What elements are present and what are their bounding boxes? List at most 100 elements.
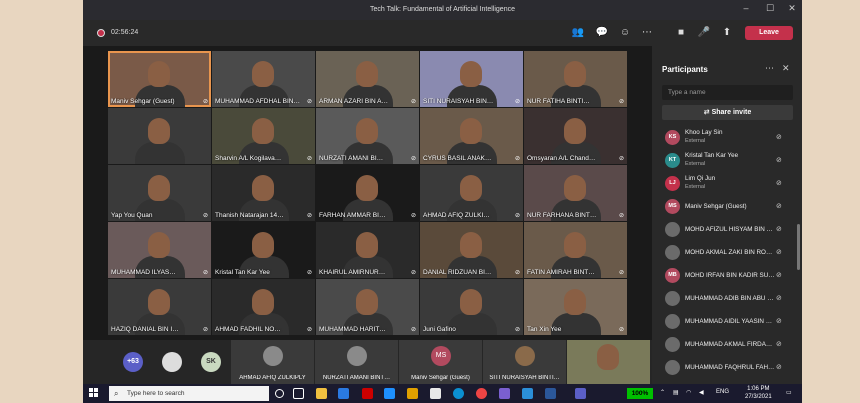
video-tile[interactable]: KHAIRUL AMIRNUR… ⊘ (316, 222, 419, 278)
minimize-icon[interactable]: – (736, 3, 756, 13)
clock[interactable]: 1:06 PM 27/3/2021 (745, 385, 772, 401)
battery-indicator[interactable]: 100% (627, 388, 653, 399)
app-icon[interactable] (522, 388, 533, 399)
maximize-icon[interactable]: ☐ (760, 3, 780, 14)
participant-external-tag: External (685, 138, 706, 144)
participant-row[interactable]: MUHAMMAD ADIB BIN ABU … ⊘ (652, 287, 802, 310)
tray-chevron-icon[interactable]: ⌃ (660, 389, 665, 396)
video-tile[interactable]: NURZATI AMANI BI… ⊘ (316, 108, 419, 164)
bottom-tile[interactable]: NURZATI AMANI BINT… (315, 340, 398, 384)
participant-row[interactable]: LJ Lim Qi Jun External ⊘ (652, 172, 802, 195)
app-icon[interactable] (384, 388, 395, 399)
participant-row[interactable]: MB MOHD IRFAN BIN KADIR SUL… ⊘ (652, 264, 802, 287)
overflow-count-badge[interactable]: +63 (123, 352, 143, 372)
participant-row[interactable]: MOHD AFIZUL HISYAM BIN … ⊘ (652, 218, 802, 241)
mic-muted-icon[interactable]: ⊘ (776, 363, 782, 371)
video-tile[interactable]: Maniv Sehgar (Guest) ⊘ (108, 51, 211, 107)
avatar (665, 245, 680, 260)
participant-row[interactable]: MS Maniv Sehgar (Guest) ⊘ (652, 195, 802, 218)
more-actions-icon[interactable]: ⋯ (639, 26, 655, 40)
video-tile[interactable]: HAZIQ DANIAL BIN I… ⊘ (108, 279, 211, 335)
video-tile[interactable] (108, 108, 211, 164)
video-tile[interactable]: Thanish Natarajan 14… ⊘ (212, 165, 315, 221)
leave-button[interactable]: Leave (745, 26, 793, 40)
share-invite-button[interactable]: ⇄ Share invite (662, 105, 793, 120)
mic-muted-icon[interactable]: ⊘ (776, 133, 782, 141)
volume-icon[interactable]: ◀ (699, 389, 704, 396)
participant-row[interactable]: MUHAMMAD AKMAL FIRDA… ⊘ (652, 333, 802, 356)
language-indicator[interactable]: ENG (716, 389, 729, 395)
video-tile[interactable]: DANIAL RIDZUAN BI… ⊘ (420, 222, 523, 278)
video-tile[interactable]: MUHAMMAD ILYAS… ⊘ (108, 222, 211, 278)
mic-muted-icon[interactable]: ⊘ (776, 248, 782, 256)
video-tile[interactable]: MUHAMMAD HARIT… ⊘ (316, 279, 419, 335)
scrollbar[interactable] (797, 224, 800, 270)
bottom-tile[interactable]: SITI NURAISYAH BINTI… (483, 340, 566, 384)
app-icon[interactable] (407, 388, 418, 399)
self-video-tile[interactable] (567, 340, 650, 384)
video-tile[interactable]: NUR FARHANA BINT… ⊘ (524, 165, 627, 221)
mic-muted-icon[interactable]: ⊘ (776, 225, 782, 233)
mic-muted-icon[interactable]: ⊘ (776, 179, 782, 187)
camera-icon[interactable]: ■ (673, 26, 689, 40)
wifi-icon[interactable]: ◠ (686, 389, 691, 396)
video-tile[interactable]: FARHAN AMMAR BI… ⊘ (316, 165, 419, 221)
video-tile[interactable]: CYRUS BASIL ANAK… ⊘ (420, 108, 523, 164)
video-tile[interactable]: Yap You Quan ⊘ (108, 165, 211, 221)
bottom-tile[interactable]: AHMAD AFIQ ZULKIPLY (231, 340, 314, 384)
mic-muted-icon[interactable]: ⊘ (776, 271, 782, 279)
mic-muted-icon[interactable]: ⊘ (776, 317, 782, 325)
word-icon[interactable] (545, 388, 556, 399)
windows-start-icon[interactable] (89, 388, 99, 398)
mic-muted-icon[interactable]: ⊘ (776, 156, 782, 164)
video-tile[interactable]: ARMAN AZARI BIN A… ⊘ (316, 51, 419, 107)
avatar-sk[interactable]: SK (201, 352, 221, 372)
participant-row[interactable]: MUHAMMAD FAQHRUL FAH… ⊘ (652, 356, 802, 379)
video-tile[interactable]: Sharvin A/L Kogilava… ⊘ (212, 108, 315, 164)
close-icon[interactable]: ✕ (782, 3, 802, 14)
mail-icon[interactable] (338, 388, 349, 399)
mic-muted-icon[interactable]: ⊘ (776, 294, 782, 302)
network-icon[interactable]: ▤ (673, 389, 679, 396)
notifications-icon[interactable]: ▭ (786, 389, 792, 396)
video-tile[interactable]: SITI NURAISYAH BIN… ⊘ (420, 51, 523, 107)
video-tile[interactable]: Juni Gafino ⊘ (420, 279, 523, 335)
share-screen-icon[interactable]: ⬆ (719, 26, 735, 40)
teams-icon[interactable] (575, 388, 586, 399)
app-icon[interactable] (499, 388, 510, 399)
bottom-tile[interactable]: MS Maniv Sehgar (Guest) (399, 340, 482, 384)
video-tile[interactable]: Tan Xin Yee ⊘ (524, 279, 627, 335)
chat-icon[interactable]: 💬 (594, 26, 610, 40)
participant-row[interactable]: KT Kristal Tan Kar Yee External ⊘ (652, 149, 802, 172)
microphone-icon[interactable]: 🎤 (696, 26, 712, 40)
mic-muted-icon[interactable]: ⊘ (776, 340, 782, 348)
participants-icon[interactable]: 👥 (570, 26, 586, 40)
app-icon[interactable] (430, 388, 441, 399)
participant-row[interactable]: MOHD AKMAL ZAKI BIN ROH… ⊘ (652, 241, 802, 264)
video-tile[interactable]: Kristal Tan Kar Yee ⊘ (212, 222, 315, 278)
participant-search-input[interactable]: Type a name (662, 85, 793, 100)
video-tile[interactable]: AHMAD AFIQ ZULKI… ⊘ (420, 165, 523, 221)
mic-muted-icon[interactable]: ⊘ (776, 202, 782, 210)
taskbar-search-input[interactable]: ⌕ Type here to search (109, 386, 269, 401)
video-tile-label: Sharvin A/L Kogilava… (215, 155, 282, 162)
video-tile[interactable]: MUHAMMAD AFDHAL BIN… ⊘ (212, 51, 315, 107)
participant-row[interactable]: MUHAMMAD AIDIL YAASIN B… ⊘ (652, 310, 802, 333)
close-panel-icon[interactable]: ✕ (782, 63, 790, 74)
avatar[interactable] (162, 352, 182, 372)
reactions-icon[interactable]: ☺ (617, 26, 633, 40)
chrome-icon[interactable] (476, 388, 487, 399)
mic-muted-icon: ⊘ (618, 270, 624, 276)
file-explorer-icon[interactable] (316, 388, 327, 399)
participant-row[interactable]: KS Khoo Lay Sin External ⊘ (652, 126, 802, 149)
more-options-icon[interactable]: ⋯ (765, 63, 774, 74)
video-tile[interactable]: NUR FATIHA BINTI… ⊘ (524, 51, 627, 107)
cortana-icon[interactable] (275, 389, 284, 398)
edge-icon[interactable] (453, 388, 464, 399)
video-tile[interactable]: Omsyaran A/L Chand… ⊘ (524, 108, 627, 164)
app-icon[interactable] (362, 388, 373, 399)
video-tile[interactable]: FATIN AMIRAH BINT… ⊘ (524, 222, 627, 278)
video-tile-label: MUHAMMAD ILYAS… (111, 269, 176, 276)
task-view-icon[interactable] (293, 388, 304, 399)
video-tile[interactable]: AHMAD FADHIL NO… ⊘ (212, 279, 315, 335)
